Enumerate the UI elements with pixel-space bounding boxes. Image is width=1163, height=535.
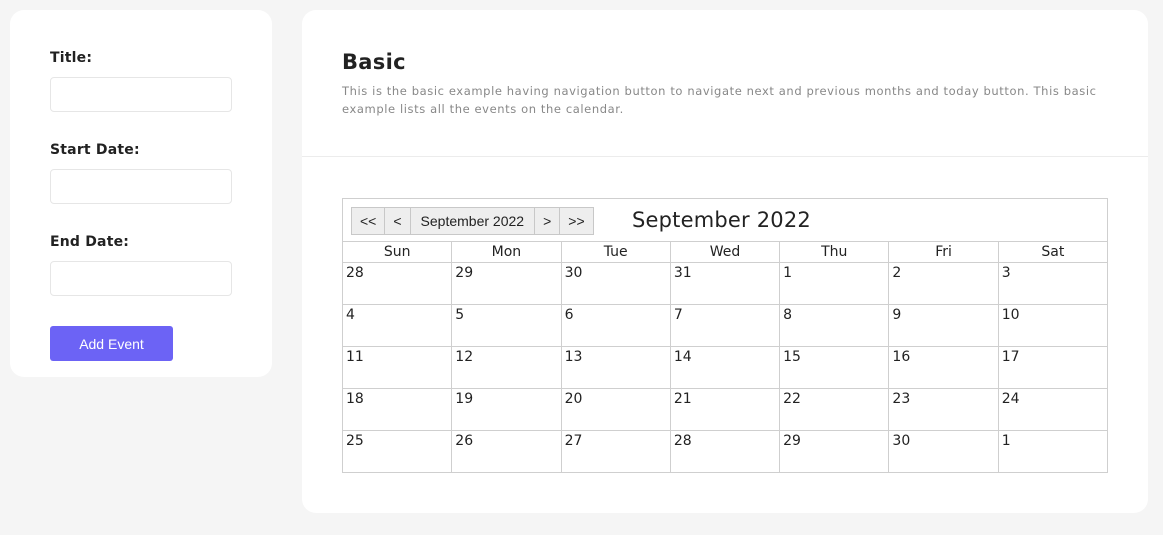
week-row: 25 26 27 28 29 30 1 [341,430,1109,473]
weekday-header: Sat [997,241,1109,263]
week-row: 11 12 13 14 15 16 17 [341,346,1109,389]
day-cell[interactable]: 12 [451,346,562,389]
day-cell[interactable]: 21 [669,388,781,431]
day-cell[interactable]: 29 [779,430,890,473]
prev-year-button[interactable]: << [351,207,386,235]
day-cell[interactable]: 30 [560,262,671,305]
day-cell[interactable]: 20 [560,388,671,431]
title-input[interactable] [50,77,232,112]
day-cell[interactable]: 31 [669,262,781,305]
day-cell[interactable]: 14 [669,346,781,389]
calendar-card: Basic This is the basic example having n… [302,10,1148,513]
weekday-header: Tue [560,241,671,263]
day-cell[interactable]: 1 [997,430,1109,473]
day-cell[interactable]: 6 [560,304,671,347]
day-cell[interactable]: 22 [779,388,890,431]
end-date-input[interactable] [50,261,232,296]
next-month-button[interactable]: > [534,207,561,235]
next-year-button[interactable]: >> [559,207,594,235]
day-cell[interactable]: 9 [888,304,999,347]
day-cell[interactable]: 30 [888,430,999,473]
add-event-button[interactable]: Add Event [50,326,173,361]
day-cell[interactable]: 11 [341,346,453,389]
day-cell[interactable]: 26 [451,430,562,473]
event-form-card: Title: Start Date: End Date: Add Event [10,10,272,377]
weekday-header: Fri [888,241,999,263]
day-cell[interactable]: 29 [451,262,562,305]
calendar-title: September 2022 [632,208,811,232]
start-date-label: Start Date: [50,142,140,158]
day-cell[interactable]: 5 [451,304,562,347]
week-row: 4 5 6 7 8 9 10 [341,304,1109,347]
calendar: << < September 2022 > >> September 2022 … [341,198,1109,473]
weekday-header: Sun [341,241,453,263]
day-cell[interactable]: 13 [560,346,671,389]
calendar-grid: Sun Mon Tue Wed Thu Fri Sat 28 29 30 31 … [341,241,1109,473]
day-cell[interactable]: 2 [888,262,999,305]
end-date-label: End Date: [50,234,130,250]
weekday-header-row: Sun Mon Tue Wed Thu Fri Sat [341,241,1109,263]
week-row: 18 19 20 21 22 23 24 [341,388,1109,431]
day-cell[interactable]: 4 [341,304,453,347]
day-cell[interactable]: 1 [779,262,890,305]
start-date-input[interactable] [50,169,232,204]
day-cell[interactable]: 16 [888,346,999,389]
page-title: Basic [342,50,406,74]
day-cell[interactable]: 28 [669,430,781,473]
calendar-toolbar: << < September 2022 > >> September 2022 [343,199,1107,242]
week-row: 28 29 30 31 1 2 3 [341,262,1109,305]
weekday-header: Thu [779,241,890,263]
day-cell[interactable]: 15 [779,346,890,389]
day-cell[interactable]: 18 [341,388,453,431]
day-cell[interactable]: 28 [341,262,453,305]
day-cell[interactable]: 19 [451,388,562,431]
day-cell[interactable]: 17 [997,346,1109,389]
day-cell[interactable]: 8 [779,304,890,347]
weekday-header: Wed [669,241,781,263]
day-cell[interactable]: 10 [997,304,1109,347]
day-cell[interactable]: 23 [888,388,999,431]
weekday-header: Mon [451,241,562,263]
month-select-button[interactable]: September 2022 [409,207,536,235]
day-cell[interactable]: 27 [560,430,671,473]
page-description: This is the basic example having navigat… [342,84,1097,116]
day-cell[interactable]: 25 [341,430,453,473]
day-cell[interactable]: 3 [997,262,1109,305]
day-cell[interactable]: 7 [669,304,781,347]
day-cell[interactable]: 24 [997,388,1109,431]
title-label: Title: [50,50,93,66]
calendar-nav: << < September 2022 > >> [351,207,594,235]
prev-month-button[interactable]: < [384,207,411,235]
card-header: Basic This is the basic example having n… [302,10,1148,157]
